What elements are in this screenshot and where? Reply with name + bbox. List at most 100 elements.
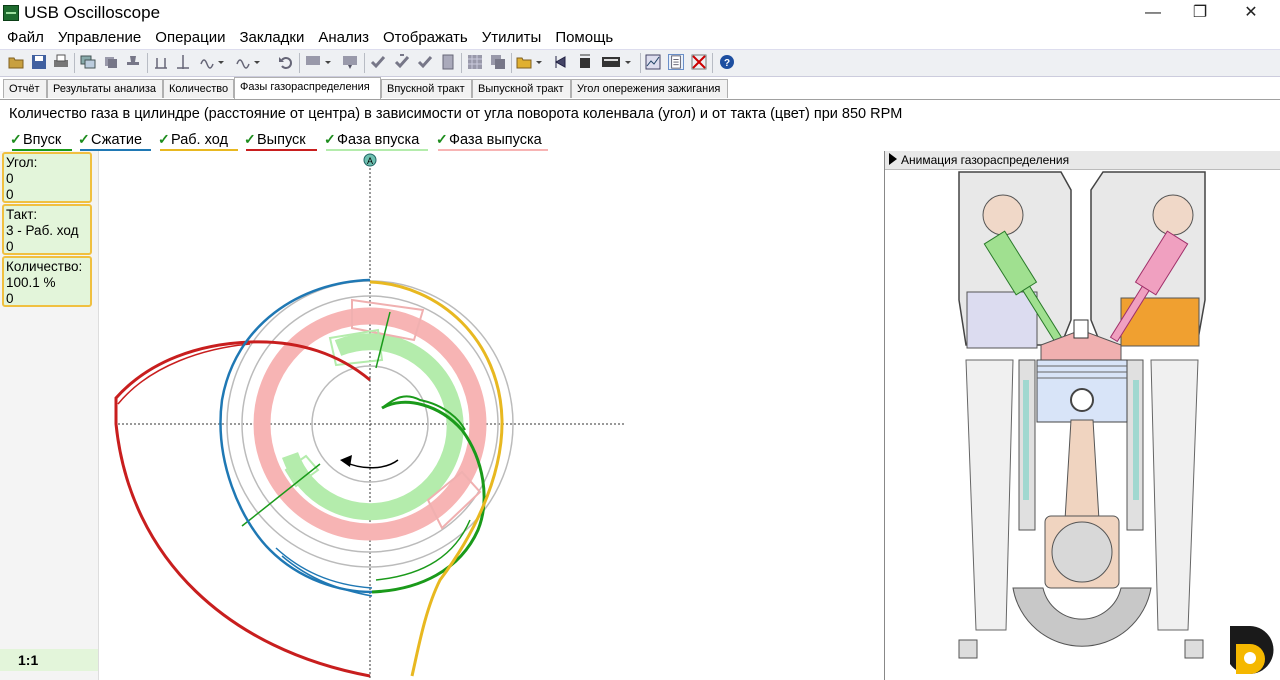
polar-chart[interactable]: A <box>98 151 884 680</box>
amount-value-2: 0 <box>6 291 14 306</box>
amount-box: Количество: 100.1 % 0 <box>2 256 92 307</box>
stamp-icon[interactable] <box>125 54 141 70</box>
amount-label: Количество: <box>6 259 83 274</box>
menu-bookmarks[interactable]: Закладки <box>232 27 311 49</box>
stroke-value: 3 - Раб. ход <box>6 223 79 238</box>
engine-animation <box>958 171 1206 659</box>
check3-icon[interactable] <box>417 54 433 70</box>
tab-exhaust-tract[interactable]: Выпускной тракт <box>472 79 571 98</box>
maximize-button[interactable]: ❐ <box>1177 0 1223 26</box>
amount-value: 100.1 % <box>6 275 56 290</box>
tab-intake-tract[interactable]: Впускной тракт <box>381 79 472 98</box>
legend-power[interactable]: ✓Раб. ход <box>158 131 238 151</box>
crank-journal <box>1051 521 1113 583</box>
legend-exhaust-phase[interactable]: ✓Фаза выпуска <box>436 131 548 151</box>
angle-value: 0 <box>6 171 14 186</box>
close-button[interactable]: ✕ <box>1228 0 1274 26</box>
intake-phase-ring <box>281 333 464 521</box>
menu-file[interactable]: Файл <box>0 27 51 49</box>
vertical-line-icon[interactable] <box>175 54 191 70</box>
checkbox-icon[interactable]: ✓ <box>10 131 23 148</box>
bolt-right <box>1184 639 1204 659</box>
app-icon <box>3 5 19 21</box>
coolant-right <box>1133 380 1139 500</box>
stroke-box: Такт: 3 - Раб. ход 0 <box>2 204 92 255</box>
angle-box: Угол: 0 0 <box>2 152 92 203</box>
angle-value-2: 0 <box>6 187 14 202</box>
legend-intake-phase[interactable]: ✓Фаза впуска <box>324 131 428 151</box>
toolbar-separator <box>147 53 148 73</box>
tab-analysis-results[interactable]: Результаты анализа <box>47 79 163 98</box>
check-icon[interactable] <box>370 54 386 70</box>
legend-label: Выпуск <box>257 132 306 148</box>
tab-report[interactable]: Отчёт <box>3 79 47 98</box>
stack-icon[interactable] <box>103 54 119 70</box>
toolbar-separator <box>712 53 713 73</box>
legend-label: Раб. ход <box>171 132 228 148</box>
window-title: USB Oscilloscope <box>24 3 161 22</box>
data-icon[interactable] <box>553 54 569 70</box>
undo-icon[interactable] <box>278 54 294 70</box>
wave2-dropdown-icon[interactable] <box>236 54 262 70</box>
copy-screen-icon[interactable] <box>80 54 96 70</box>
help-icon[interactable]: ? <box>719 54 735 70</box>
chart-icon[interactable] <box>645 54 661 70</box>
minimize-button[interactable]: — <box>1130 0 1176 26</box>
grid-icon[interactable] <box>467 54 483 70</box>
module-dropdown-icon[interactable] <box>601 54 635 70</box>
print-icon[interactable] <box>53 54 69 70</box>
menu-operations[interactable]: Операции <box>148 27 232 49</box>
notes-icon[interactable] <box>668 54 684 70</box>
toolbar: ? <box>0 49 1280 77</box>
wave-dropdown-icon[interactable] <box>200 54 226 70</box>
display2-icon[interactable] <box>342 54 358 70</box>
toolbar-separator <box>461 53 462 73</box>
delete-icon[interactable] <box>691 54 707 70</box>
piston-pin <box>1070 388 1094 412</box>
checkbox-icon[interactable]: ✓ <box>158 131 171 148</box>
check2-icon[interactable] <box>394 54 410 70</box>
legend-exhaust[interactable]: ✓Выпуск <box>244 131 317 151</box>
stop-icon[interactable] <box>577 54 593 70</box>
grid2-icon[interactable] <box>490 54 506 70</box>
menu-analysis[interactable]: Анализ <box>311 27 376 49</box>
chart-description: Количество газа в цилиндре (расстояние о… <box>9 106 903 122</box>
checkbox-icon[interactable]: ✓ <box>436 131 449 148</box>
menu-help[interactable]: Помощь <box>548 27 620 49</box>
legend-compression[interactable]: ✓Сжатие <box>78 131 151 151</box>
checkbox-icon[interactable]: ✓ <box>324 131 337 148</box>
toolbar-separator <box>364 53 365 73</box>
stroke-label: Такт: <box>6 207 38 222</box>
menu-display[interactable]: Отображать <box>376 27 475 49</box>
legend-label: Впуск <box>23 132 62 148</box>
scale-label: 1:1 <box>0 649 98 671</box>
toolbar-separator <box>511 53 512 73</box>
checkbox-icon[interactable]: ✓ <box>244 131 257 148</box>
menu-utilities[interactable]: Утилиты <box>475 27 549 49</box>
crank-counterweight <box>1012 587 1152 647</box>
play-icon[interactable] <box>889 153 897 165</box>
tab-ignition-timing[interactable]: Угол опережения зажигания <box>571 79 728 98</box>
tab-amount[interactable]: Количество <box>163 79 234 98</box>
rotation-arrow <box>344 459 399 469</box>
open-icon[interactable] <box>8 54 24 70</box>
animation-panel-header: Анимация газораспределения <box>885 151 1280 170</box>
display-dropdown-icon[interactable] <box>305 54 333 70</box>
tab-valve-timing[interactable]: Фазы газораспределения <box>234 77 381 99</box>
marker-a-label: A <box>367 156 373 166</box>
menu-control[interactable]: Управление <box>51 27 148 49</box>
menu-bar: Файл Управление Операции Закладки Анализ… <box>0 27 1280 49</box>
brand-logo <box>1230 626 1274 674</box>
spark-plug <box>1073 319 1089 339</box>
engine-block-right <box>1150 359 1199 631</box>
cursor-icon[interactable] <box>153 54 169 70</box>
bolt-left <box>958 639 978 659</box>
folder-dropdown-icon[interactable] <box>516 54 546 70</box>
legend-intake[interactable]: ✓Впуск <box>10 131 72 151</box>
legend-label: Фаза выпуска <box>449 132 542 148</box>
intake-camshaft <box>982 194 1024 236</box>
checkbox-icon[interactable]: ✓ <box>78 131 91 148</box>
doc-icon[interactable] <box>440 54 456 70</box>
stroke-value-2: 0 <box>6 239 14 254</box>
save-icon[interactable] <box>31 54 47 70</box>
